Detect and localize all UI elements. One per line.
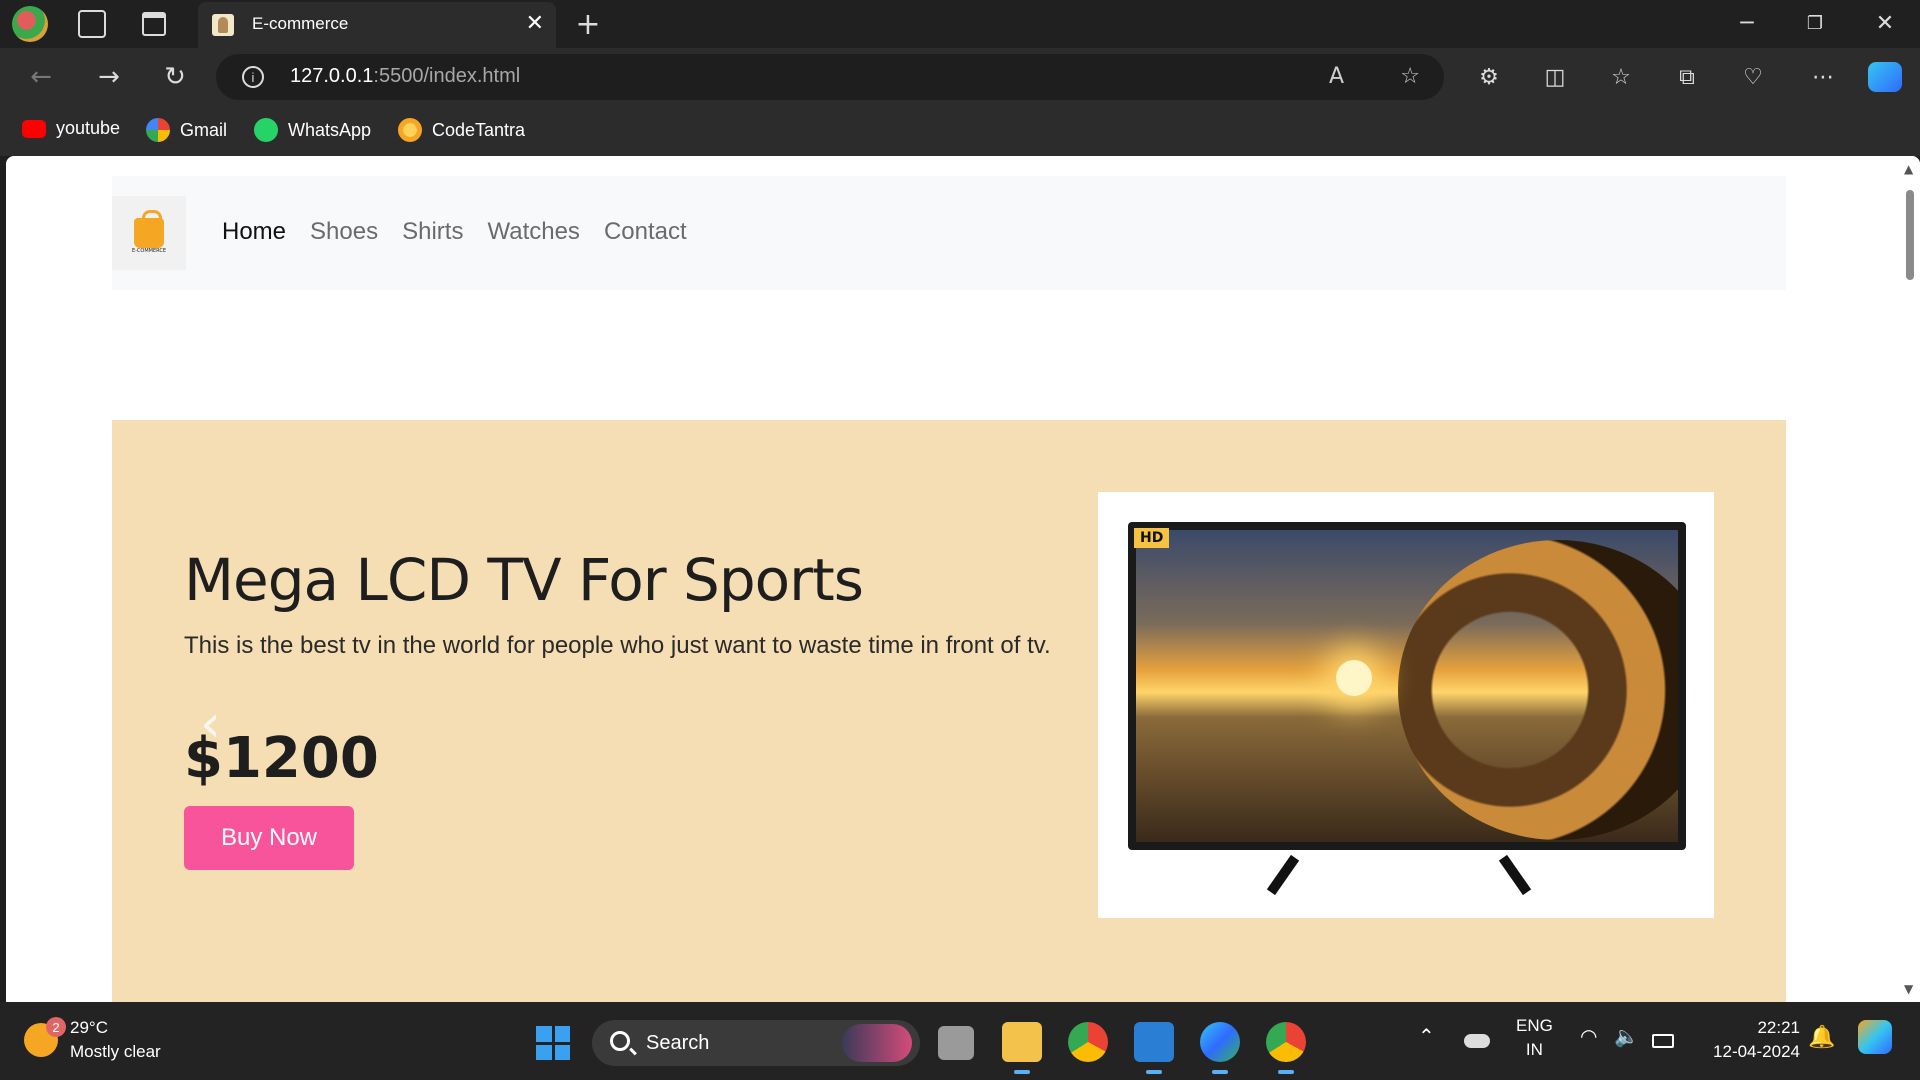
search-icon xyxy=(610,1031,630,1051)
buy-now-button[interactable]: Buy Now xyxy=(184,806,354,870)
weather-badge: 2 xyxy=(46,1017,66,1037)
lang-line1: ENG xyxy=(1516,1016,1553,1035)
copilot-pre-icon[interactable] xyxy=(1858,1020,1892,1054)
file-explorer-icon[interactable] xyxy=(1002,1022,1042,1074)
site-navbar: E-COMMERCE Home Shoes Shirts Watches Con… xyxy=(112,176,1786,290)
site-info-icon[interactable]: i xyxy=(242,66,264,88)
chrome-icon[interactable] xyxy=(1068,1022,1108,1062)
split-screen-icon[interactable]: ◫ xyxy=(1540,62,1570,92)
bookmark-label: WhatsApp xyxy=(288,119,372,140)
nav-link-shoes[interactable]: Shoes xyxy=(310,218,378,246)
notifications-icon[interactable]: 🔔 xyxy=(1808,1024,1835,1050)
weather-temp: 29°C xyxy=(70,1018,108,1037)
browser-essentials-icon[interactable]: ♡ xyxy=(1738,62,1768,92)
task-view-icon[interactable] xyxy=(938,1026,974,1060)
tv-leg-left xyxy=(1266,854,1300,896)
hero-carousel-slide: Mega LCD TV For Sports This is the best … xyxy=(112,420,1786,1002)
workspaces-icon[interactable] xyxy=(78,10,106,38)
bookmark-youtube[interactable]: youtube xyxy=(22,118,120,139)
browser-toolbar: ← → ↻ i 127.0.0.1:5500/index.html A ☆ ⚙ … xyxy=(0,48,1920,106)
search-label: Search xyxy=(646,1032,710,1054)
scroll-up-icon[interactable]: ▲ xyxy=(1904,162,1913,176)
page-favicon-icon xyxy=(212,14,234,36)
bookmark-codetantra[interactable]: CodeTantra xyxy=(398,118,525,142)
battery-icon[interactable] xyxy=(1652,1034,1674,1048)
scroll-down-icon[interactable]: ▼ xyxy=(1904,982,1913,996)
google-icon xyxy=(146,118,170,142)
profile-avatar[interactable] xyxy=(12,6,48,42)
show-hidden-icons-icon[interactable]: ⌃ xyxy=(1418,1024,1435,1049)
hero-description: This is the best tv in the world for peo… xyxy=(184,632,1051,659)
new-tab-icon[interactable]: + xyxy=(574,6,602,42)
edge-icon[interactable] xyxy=(1200,1022,1240,1074)
minimize-icon[interactable]: ─ xyxy=(1736,8,1758,38)
carousel-prev-icon[interactable]: ‹ xyxy=(200,694,221,754)
window-close-icon[interactable]: ✕ xyxy=(1874,8,1896,38)
nav-link-shirts[interactable]: Shirts xyxy=(402,218,463,246)
codetantra-icon xyxy=(398,118,422,142)
hd-badge: HD xyxy=(1134,528,1170,548)
nav-link-watches[interactable]: Watches xyxy=(487,218,579,246)
more-menu-icon[interactable]: ⋯ xyxy=(1808,62,1838,92)
tv-leg-right xyxy=(1498,854,1532,896)
whatsapp-icon xyxy=(254,118,278,142)
product-image: HD xyxy=(1098,492,1714,918)
read-aloud-icon[interactable]: A xyxy=(1329,64,1344,89)
vscode-icon[interactable] xyxy=(1134,1022,1174,1074)
language-indicator[interactable]: ENG IN xyxy=(1516,1014,1553,1062)
chrome-profile-icon[interactable] xyxy=(1266,1022,1306,1074)
wifi-icon[interactable]: ◠ xyxy=(1580,1024,1597,1049)
nav-link-contact[interactable]: Contact xyxy=(604,218,687,246)
nav-link-home[interactable]: Home xyxy=(222,218,286,246)
youtube-icon xyxy=(22,119,46,138)
weather-widget[interactable]: 2 29°C Mostly clear xyxy=(24,1016,161,1064)
bookmark-whatsapp[interactable]: WhatsApp xyxy=(254,118,371,142)
hero-title: Mega LCD TV For Sports xyxy=(184,546,864,614)
taskbar-search[interactable]: Search xyxy=(592,1020,920,1066)
tab-title: E-commerce xyxy=(252,14,349,33)
refresh-icon[interactable]: ↻ xyxy=(160,62,190,92)
tab-close-icon[interactable]: ✕ xyxy=(526,11,544,36)
address-bar[interactable]: i 127.0.0.1:5500/index.html A ☆ xyxy=(216,54,1444,100)
onedrive-icon[interactable] xyxy=(1464,1034,1490,1048)
forward-icon[interactable]: → xyxy=(94,62,124,92)
shopping-bag-icon xyxy=(134,210,164,248)
tab-ecommerce[interactable]: E-commerce ✕ xyxy=(198,2,556,48)
url-path: :5500/index.html xyxy=(373,65,521,87)
tv-screen xyxy=(1136,530,1678,842)
bookmark-label: CodeTantra xyxy=(432,119,526,140)
favorites-icon[interactable]: ☆ xyxy=(1606,62,1636,92)
site-logo[interactable]: E-COMMERCE xyxy=(112,196,186,270)
bookmark-label: youtube xyxy=(56,118,121,138)
url-text: 127.0.0.1:5500/index.html xyxy=(290,65,520,88)
restore-icon[interactable]: ❐ xyxy=(1804,8,1826,38)
back-icon[interactable]: ← xyxy=(26,62,56,92)
lang-line2: IN xyxy=(1525,1040,1543,1059)
extensions-icon[interactable]: ⚙ xyxy=(1474,62,1504,92)
bookmarks-bar: youtube Gmail WhatsApp CodeTantra xyxy=(0,106,1920,156)
page-scrollbar[interactable]: ▲ ▼ xyxy=(1900,156,1920,1002)
logo-text: E-COMMERCE xyxy=(131,248,167,254)
windows-start-icon[interactable] xyxy=(536,1026,570,1060)
page-viewport: E-COMMERCE Home Shoes Shirts Watches Con… xyxy=(6,156,1920,1002)
tab-actions-icon[interactable] xyxy=(142,12,166,36)
weather-moon-icon: 2 xyxy=(24,1017,66,1057)
bookmark-gmail[interactable]: Gmail xyxy=(146,118,227,142)
url-host: 127.0.0.1 xyxy=(290,65,374,87)
clock-date: 12-04-2024 xyxy=(1713,1042,1800,1061)
copilot-icon[interactable] xyxy=(1868,62,1902,92)
clock-time: 22:21 xyxy=(1757,1018,1800,1037)
browser-tab-bar: E-commerce ✕ + ─ ❐ ✕ xyxy=(0,0,1920,48)
weather-condition: Mostly clear xyxy=(70,1042,161,1061)
volume-icon[interactable]: 🔈 xyxy=(1614,1024,1639,1049)
nav-links: Home Shoes Shirts Watches Contact xyxy=(222,218,687,246)
collections-icon[interactable]: ⧉ xyxy=(1672,62,1702,92)
taskbar-clock[interactable]: 22:21 12-04-2024 xyxy=(1713,1016,1800,1064)
search-highlight-image xyxy=(842,1024,912,1062)
windows-taskbar: 2 29°C Mostly clear Search ⌃ ENG IN ◠ 🔈 … xyxy=(0,1002,1920,1080)
scrollbar-thumb[interactable] xyxy=(1906,190,1914,280)
favorite-star-icon[interactable]: ☆ xyxy=(1400,64,1420,89)
bookmark-label: Gmail xyxy=(180,119,228,140)
tv-illustration: HD xyxy=(1128,522,1686,850)
